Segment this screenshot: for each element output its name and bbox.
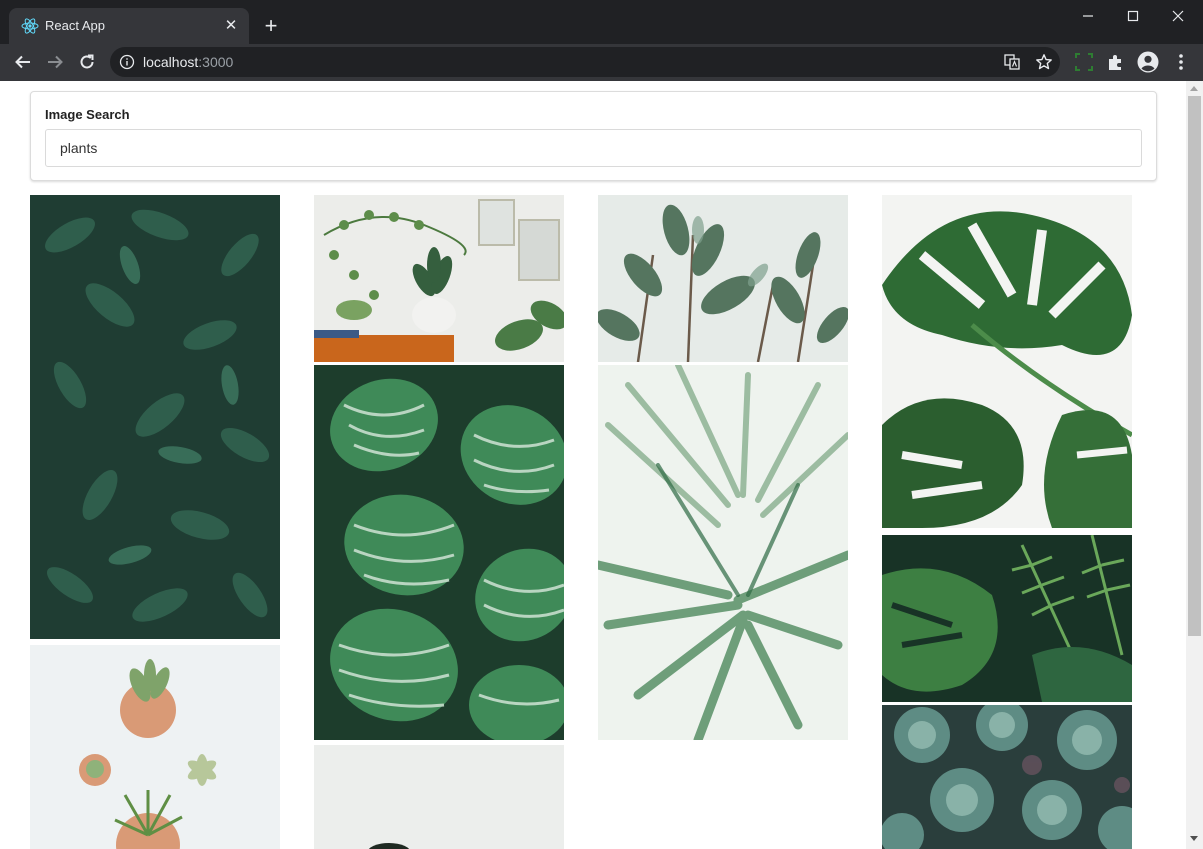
- page-scrollbar[interactable]: [1186, 81, 1203, 849]
- address-bar[interactable]: localhost:3000: [110, 47, 1060, 77]
- browser-menu-icon[interactable]: [1169, 50, 1193, 74]
- result-image-dense-leaves[interactable]: [30, 195, 280, 639]
- translate-icon[interactable]: [1003, 53, 1021, 71]
- minimize-button[interactable]: [1065, 0, 1111, 32]
- search-input[interactable]: [45, 129, 1142, 167]
- result-image-rubber-plant[interactable]: [598, 195, 848, 362]
- maximize-button[interactable]: [1110, 0, 1156, 32]
- browser-toolbar: localhost:3000: [0, 44, 1203, 81]
- scrollbar-thumb[interactable]: [1188, 96, 1201, 636]
- result-image-silhouette[interactable]: [314, 745, 564, 849]
- forward-button[interactable]: [41, 48, 69, 76]
- url-host: localhost: [143, 54, 199, 70]
- back-button[interactable]: [9, 48, 37, 76]
- new-tab-button[interactable]: +: [258, 14, 284, 40]
- browser-tab[interactable]: React App ✕: [9, 8, 249, 44]
- scroll-down-icon[interactable]: [1190, 836, 1198, 841]
- search-label: Image Search: [45, 107, 130, 122]
- browser-titlebar: React App ✕ +: [0, 0, 1203, 44]
- url-port: :3000: [198, 54, 234, 70]
- result-image-palm-fronds[interactable]: [598, 365, 848, 740]
- site-info-icon[interactable]: [119, 54, 135, 70]
- result-image-succulent-pots[interactable]: [30, 645, 280, 849]
- bookmark-star-icon[interactable]: [1035, 53, 1053, 71]
- scroll-up-icon[interactable]: [1190, 86, 1198, 91]
- page-viewport: Image Search: [0, 81, 1186, 849]
- close-tab-icon[interactable]: ✕: [221, 16, 241, 36]
- result-image-monstera-fern[interactable]: [882, 535, 1132, 702]
- search-card: Image Search: [30, 91, 1157, 181]
- reload-icon: [80, 54, 94, 69]
- forward-arrow-icon: [48, 55, 63, 69]
- extensions-puzzle-icon[interactable]: [1104, 50, 1128, 74]
- tab-title: React App: [45, 18, 105, 33]
- result-image-shelf-plants[interactable]: [314, 195, 564, 362]
- result-image-echeveria[interactable]: [882, 705, 1132, 849]
- reload-button[interactable]: [73, 48, 101, 76]
- react-logo-icon: [21, 17, 39, 35]
- result-image-monstera[interactable]: [882, 195, 1132, 528]
- result-image-calathea[interactable]: [314, 365, 564, 740]
- url-text[interactable]: localhost:3000: [143, 54, 233, 70]
- profile-avatar-icon[interactable]: [1136, 50, 1160, 74]
- close-window-button[interactable]: [1155, 0, 1201, 32]
- screen-capture-icon[interactable]: [1072, 50, 1096, 74]
- back-arrow-icon: [15, 55, 30, 69]
